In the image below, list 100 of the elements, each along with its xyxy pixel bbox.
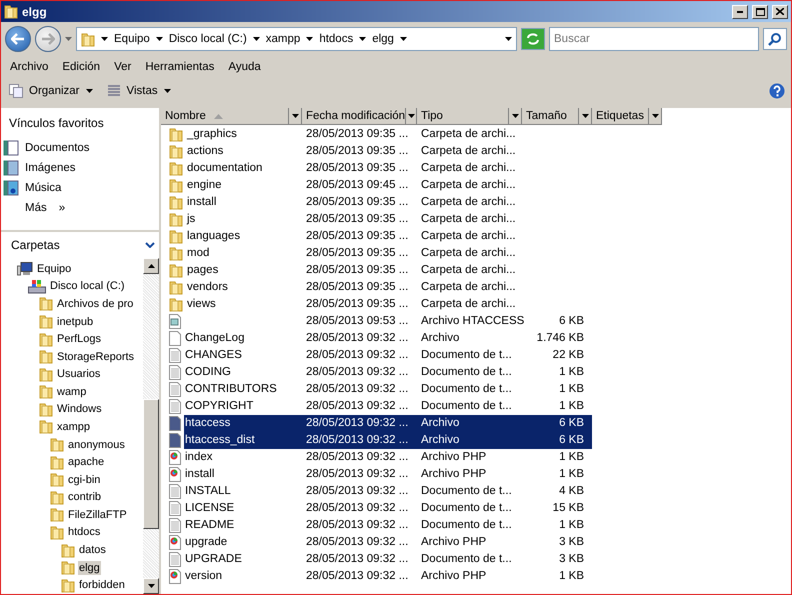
menu-item[interactable]: Ayuda (221, 61, 268, 73)
menu-item[interactable]: Herramientas (138, 61, 222, 73)
breadcrumb-link[interactable]: xampp (266, 33, 300, 45)
tree-item[interactable]: datos (78, 543, 107, 558)
search-field[interactable]: Buscar (549, 27, 759, 51)
tree-item[interactable]: apache (67, 455, 106, 470)
tree-item[interactable]: FileZillaFTP (67, 508, 128, 522)
document-icon (169, 416, 181, 431)
text-document-icon (169, 348, 181, 363)
maximize-icon (756, 8, 764, 16)
file-name[interactable]: _graphics (186, 126, 302, 143)
more-chevron[interactable]: » (58, 202, 66, 214)
column-header[interactable]: Tipo (417, 108, 522, 125)
maximize-button[interactable] (752, 4, 768, 18)
tree-item[interactable]: Windows (56, 402, 103, 416)
file-name[interactable]: documentation (186, 160, 302, 177)
file-name[interactable]: CHANGES (184, 347, 302, 364)
tree-item[interactable]: cgi-bin (67, 472, 102, 487)
file-name[interactable]: htaccess_dist (184, 432, 302, 449)
column-header[interactable]: Nombre (161, 108, 302, 125)
folder-icon (50, 472, 64, 488)
scroll-down-button[interactable] (143, 578, 159, 594)
more-link[interactable]: Más (25, 202, 47, 214)
file-name[interactable]: INSTALL (184, 483, 302, 500)
file-name[interactable]: version (184, 568, 302, 585)
column-dropdown-button[interactable] (288, 108, 301, 124)
column-header[interactable]: Etiquetas (592, 108, 662, 125)
size-cell-text: 6 KB (558, 314, 585, 329)
date-cell-text: 28/05/2013 09:35 ... (305, 280, 410, 295)
menu-item[interactable]: Edición (55, 61, 108, 73)
minimize-button[interactable] (732, 4, 748, 18)
chevron-down-icon[interactable] (145, 242, 155, 248)
breadcrumb-link[interactable]: Equipo (114, 33, 150, 45)
file-name[interactable]: README (184, 517, 302, 534)
breadcrumb-link[interactable]: elgg (372, 33, 394, 45)
scroll-thumb[interactable] (143, 399, 159, 529)
file-name[interactable]: install (186, 194, 302, 211)
toolbar-button[interactable]: Organizar (7, 82, 94, 100)
back-button[interactable] (5, 26, 31, 52)
favorite-link[interactable]: Música (25, 182, 62, 194)
column-dropdown-button[interactable] (648, 108, 661, 124)
file-name[interactable]: index (184, 449, 302, 466)
tree-item[interactable]: wamp (56, 384, 88, 399)
date-cell-text: 28/05/2013 09:35 ... (305, 263, 410, 278)
file-name[interactable]: COPYRIGHT (184, 398, 302, 415)
tree-item[interactable]: forbidden (78, 578, 126, 592)
file-name[interactable]: htaccess (184, 415, 302, 432)
favorite-link[interactable]: Imágenes (25, 162, 76, 174)
file-name[interactable]: views (186, 296, 302, 313)
file-name[interactable]: mod (186, 245, 302, 262)
tree-item[interactable]: Usuarios (56, 367, 102, 382)
refresh-button[interactable] (521, 28, 545, 50)
file-name[interactable]: ChangeLog (184, 330, 302, 347)
file-name[interactable]: js (186, 211, 302, 228)
folder-icon (39, 296, 53, 312)
folder-icon (169, 144, 183, 159)
column-header[interactable]: Fecha modificación (302, 108, 417, 125)
favorite-link[interactable]: Documentos (25, 142, 90, 154)
file-name[interactable]: languages (186, 228, 302, 245)
column-dropdown-button[interactable] (405, 108, 416, 124)
file-name[interactable]: UPGRADE (184, 551, 302, 568)
tree-item[interactable]: htdocs (67, 525, 102, 540)
menu-item[interactable]: Ver (107, 61, 138, 73)
tree-item[interactable]: Equipo (36, 262, 72, 276)
breadcrumb-link[interactable]: htdocs (319, 33, 354, 45)
file-name[interactable]: upgrade (184, 534, 302, 551)
file-name[interactable]: actions (186, 143, 302, 160)
file-name[interactable]: vendors (186, 279, 302, 296)
type-cell-text: Carpeta de archi... (420, 127, 517, 142)
menu-item[interactable]: Archivo (3, 61, 56, 73)
forward-button[interactable] (35, 26, 61, 52)
column-header[interactable]: Tamaño (522, 108, 592, 125)
tree-item[interactable]: Archivos de pro (56, 296, 134, 311)
tree-item[interactable]: Disco local (C:) (49, 279, 126, 294)
address-bar[interactable]: Equipo Disco local (C:) xampp htdocs elgg (76, 27, 517, 51)
tree-item[interactable]: anonymous (67, 438, 126, 452)
tree-item[interactable]: xampp (56, 420, 92, 434)
file-name[interactable]: pages (186, 262, 302, 279)
file-name[interactable]: engine (186, 177, 302, 194)
tree-item[interactable]: inetpub (56, 314, 94, 329)
tree-item[interactable]: elgg (78, 560, 101, 575)
toolbar-button[interactable]: Vistas (104, 82, 173, 100)
scroll-up-button[interactable] (143, 258, 159, 274)
help-icon[interactable] (769, 83, 785, 99)
tree-item[interactable]: PerfLogs (56, 332, 102, 346)
tree-item[interactable]: StorageReports (56, 350, 136, 364)
text-document-icon (169, 382, 181, 397)
file-name[interactable]: CODING (184, 364, 302, 381)
type-cell-text: Carpeta de archi... (420, 161, 517, 176)
column-dropdown-button[interactable] (578, 108, 591, 124)
tree-item[interactable]: contrib (67, 490, 102, 504)
column-dropdown-button[interactable] (508, 108, 521, 124)
file-name[interactable]: CONTRIBUTORS (184, 381, 302, 398)
close-button[interactable] (772, 4, 788, 18)
breadcrumb-link[interactable]: Disco local (C:) (168, 33, 247, 45)
folder-icon (169, 178, 183, 193)
file-name[interactable]: LICENSE (184, 500, 302, 517)
file-name[interactable]: install (184, 466, 302, 483)
search-button[interactable] (763, 28, 787, 50)
scrollbar[interactable] (143, 258, 159, 594)
